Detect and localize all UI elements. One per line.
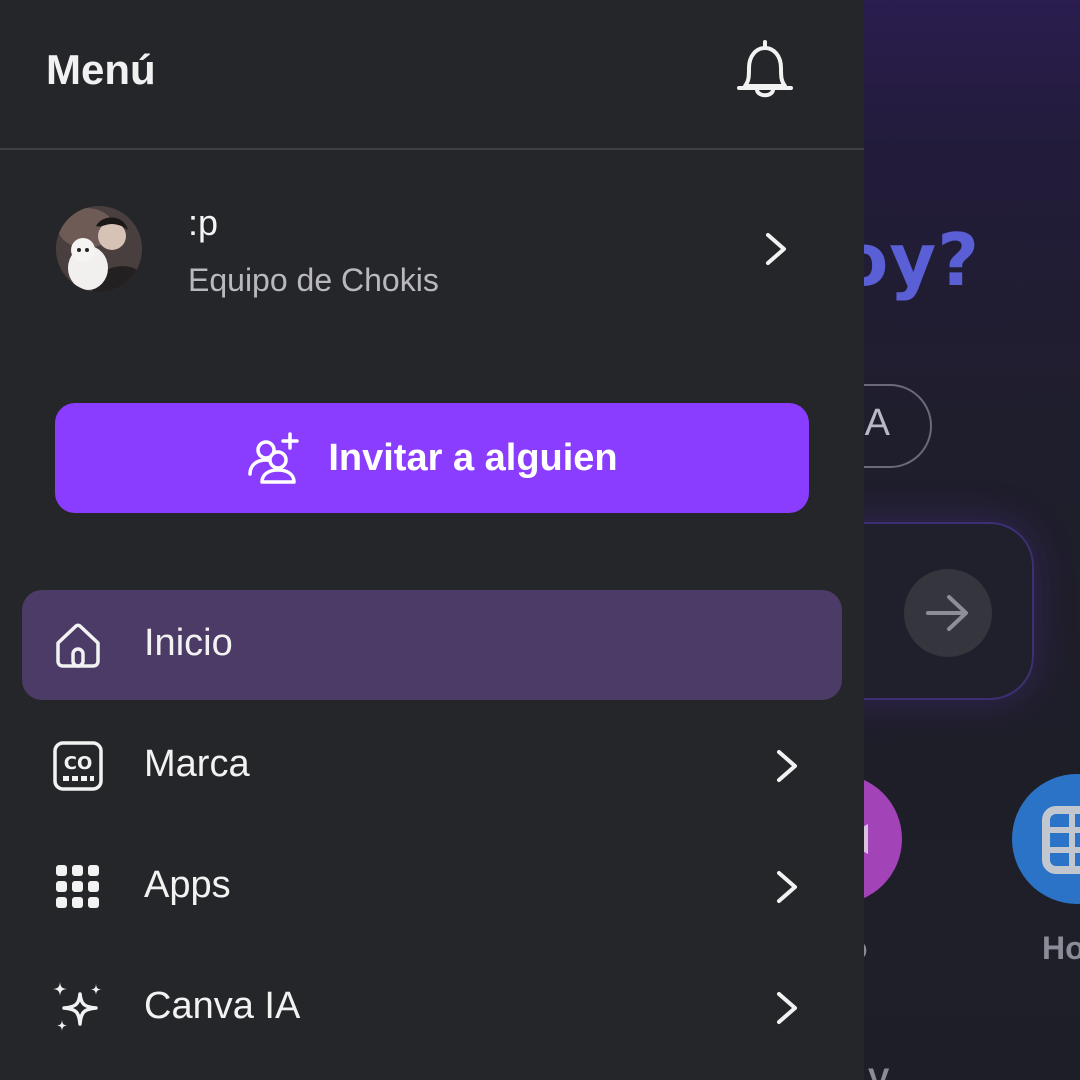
invite-button[interactable]: Invitar a alguien <box>55 403 809 513</box>
nav-label-apps: Apps <box>144 864 231 906</box>
nav-item-canva-ia[interactable]: Canva IA <box>22 953 842 1063</box>
chevron-right-icon <box>777 750 797 782</box>
profile-name: :p <box>188 202 219 243</box>
invite-button-label: Invitar a alguien <box>328 436 618 479</box>
table-icon <box>1042 806 1080 874</box>
team-name: Equipo de Chokis <box>188 262 439 298</box>
shortcut-label: Ho <box>1042 930 1080 966</box>
side-menu-drawer: Menú :p Equipo de Chokis Invitar a algui… <box>0 0 864 1080</box>
drawer-header: Menú <box>0 0 864 150</box>
bell-icon[interactable] <box>734 38 796 102</box>
menu-title: Menú <box>46 46 156 93</box>
nav-item-apps[interactable]: Apps <box>22 832 842 942</box>
sheet-shortcut[interactable] <box>1012 774 1080 904</box>
profile-row[interactable]: :p Equipo de Chokis <box>0 180 864 320</box>
svg-text:CO: CO <box>64 753 93 774</box>
chevron-right-icon <box>766 233 786 265</box>
nav-label-inicio: Inicio <box>144 622 233 664</box>
add-user-icon <box>248 432 300 484</box>
avatar <box>56 206 142 292</box>
nav-label-marca: Marca <box>144 743 250 785</box>
send-button[interactable] <box>904 569 992 657</box>
apps-grid-icon <box>56 865 99 908</box>
nav-item-inicio[interactable]: Inicio <box>22 590 842 700</box>
section-label: V <box>868 1062 890 1080</box>
arrow-right-icon <box>926 595 968 631</box>
nav-item-marca[interactable]: CO Marca <box>22 711 842 821</box>
home-icon <box>56 623 100 668</box>
sparkles-icon <box>53 982 101 1031</box>
chevron-right-icon <box>777 871 797 903</box>
brand-kit-icon: CO <box>53 741 103 791</box>
chevron-right-icon <box>777 992 797 1024</box>
nav-label-canva-ia: Canva IA <box>144 985 301 1027</box>
